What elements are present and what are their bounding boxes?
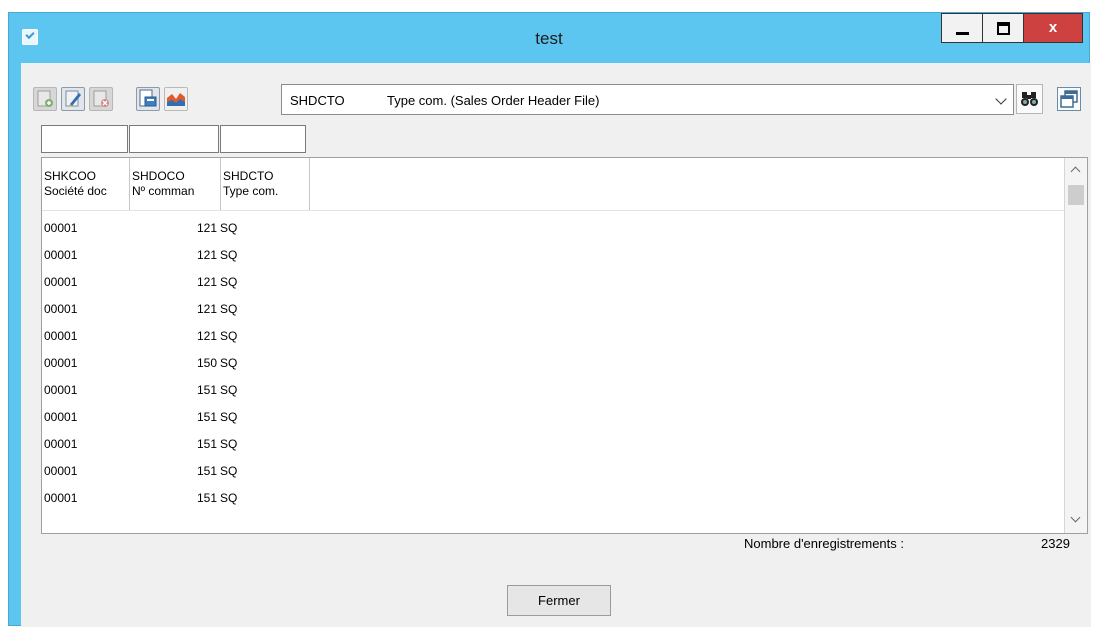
title-bar[interactable]: test x [9, 13, 1089, 63]
table-cell: 00001 [44, 383, 78, 397]
close-window-button[interactable]: x [1023, 13, 1083, 43]
column-code: SHDCTO [223, 169, 274, 183]
filter-input-shdcto[interactable] [220, 125, 306, 153]
window-content: SHDCTO Type com. (Sales Order Header Fil… [21, 63, 1091, 627]
binoculars-icon [1021, 92, 1038, 106]
table-cell: 151 [196, 383, 217, 397]
delete-record-button[interactable] [89, 87, 113, 111]
table-row[interactable]: 00001 121 SQ [42, 212, 1066, 239]
table-row[interactable]: 00001 151 SQ [42, 455, 1066, 482]
column-code: SHKCOO [44, 169, 97, 183]
filter-input-shkcoo[interactable] [41, 125, 128, 153]
restore-window-button[interactable] [1057, 87, 1081, 111]
chart-button[interactable] [164, 87, 188, 111]
table-cell: 00001 [44, 275, 78, 289]
column-label: Type com. [223, 184, 279, 198]
table-code: SHDCTO [290, 93, 345, 108]
table-cell: SQ [220, 437, 238, 451]
table-row[interactable]: 00001 151 SQ [42, 482, 1066, 509]
record-count-value: 2329 [1041, 536, 1070, 551]
table-cell: 121 [196, 248, 217, 262]
close-button[interactable]: Fermer [507, 585, 611, 616]
data-grid[interactable]: SHKCOO Société doc SHDOCO Nº comman SHDC… [41, 157, 1088, 534]
table-cell: SQ [220, 410, 238, 424]
column-label: Nº comman [132, 184, 195, 198]
table-cell: 00001 [44, 410, 78, 424]
scroll-up-icon[interactable] [1070, 166, 1081, 177]
chevron-down-icon [995, 93, 1007, 105]
column-header-shkcoo[interactable]: SHKCOO Société doc [42, 158, 130, 211]
table-cell: SQ [220, 491, 238, 505]
column-label: Société doc [44, 184, 107, 198]
table-cell: 121 [196, 302, 217, 316]
table-cell: SQ [220, 275, 238, 289]
table-cell: 00001 [44, 464, 78, 478]
table-row[interactable]: 00001 121 SQ [42, 266, 1066, 293]
chart-icon [167, 93, 185, 106]
window-title: test [535, 29, 563, 48]
table-cell: 00001 [44, 248, 78, 262]
table-description: Type com. (Sales Order Header File) [387, 93, 600, 108]
table-cell: SQ [220, 302, 238, 316]
table-cell: SQ [220, 329, 238, 343]
print-button[interactable] [136, 87, 160, 111]
window-restore-icon [1060, 90, 1078, 108]
header-divider [42, 210, 1066, 211]
table-cell: 00001 [44, 437, 78, 451]
table-cell: 121 [196, 329, 217, 343]
table-row[interactable]: 00001 121 SQ [42, 239, 1066, 266]
table-cell: 151 [196, 491, 217, 505]
table-row[interactable]: 00001 151 SQ [42, 428, 1066, 455]
table-cell: SQ [220, 221, 238, 235]
edit-record-icon [65, 90, 81, 107]
app-window: test x SHDCTO Type com. (Sales Order Hea… [8, 12, 1091, 627]
table-row[interactable]: 00001 121 SQ [42, 320, 1066, 347]
maximize-button[interactable] [982, 13, 1024, 43]
table-row[interactable]: 00001 150 SQ [42, 347, 1066, 374]
table-cell: SQ [220, 383, 238, 397]
scroll-down-icon[interactable] [1070, 512, 1081, 523]
table-cell: 121 [196, 221, 217, 235]
table-cell: SQ [220, 356, 238, 370]
search-button[interactable] [1016, 84, 1043, 114]
table-cell: 121 [196, 275, 217, 289]
table-selector[interactable]: SHDCTO Type com. (Sales Order Header Fil… [281, 84, 1014, 115]
filter-input-shdoco[interactable] [129, 125, 219, 153]
table-cell: 151 [196, 464, 217, 478]
record-count-label: Nombre d'enregistrements : [744, 536, 904, 551]
add-record-icon [37, 90, 53, 107]
add-record-button[interactable] [33, 87, 57, 111]
column-header-shdoco[interactable]: SHDOCO Nº comman [130, 158, 221, 211]
scroll-thumb[interactable] [1068, 185, 1084, 205]
close-icon: x [1048, 19, 1058, 36]
table-row[interactable]: 00001 121 SQ [42, 293, 1066, 320]
delete-record-icon [93, 90, 109, 107]
table-row[interactable]: 00001 151 SQ [42, 401, 1066, 428]
table-row[interactable]: 00001 151 SQ [42, 374, 1066, 401]
edit-record-button[interactable] [61, 87, 85, 111]
table-cell: SQ [220, 248, 238, 262]
table-cell: 150 [196, 356, 217, 370]
column-code: SHDOCO [132, 169, 185, 183]
table-cell: 00001 [44, 221, 78, 235]
table-cell: 00001 [44, 491, 78, 505]
table-cell: 00001 [44, 302, 78, 316]
minimize-button[interactable] [941, 13, 983, 43]
table-cell: 00001 [44, 329, 78, 343]
vertical-scrollbar[interactable] [1064, 158, 1087, 533]
print-icon [139, 89, 157, 107]
table-cell: SQ [220, 464, 238, 478]
column-header-shdcto[interactable]: SHDCTO Type com. [221, 158, 310, 211]
table-cell: 00001 [44, 356, 78, 370]
grid-rows: 00001 121 SQ 00001 121 SQ 00001 121 SQ 00001 121 SQ… [42, 212, 1066, 509]
table-cell: 151 [196, 410, 217, 424]
table-cell: 151 [196, 437, 217, 451]
